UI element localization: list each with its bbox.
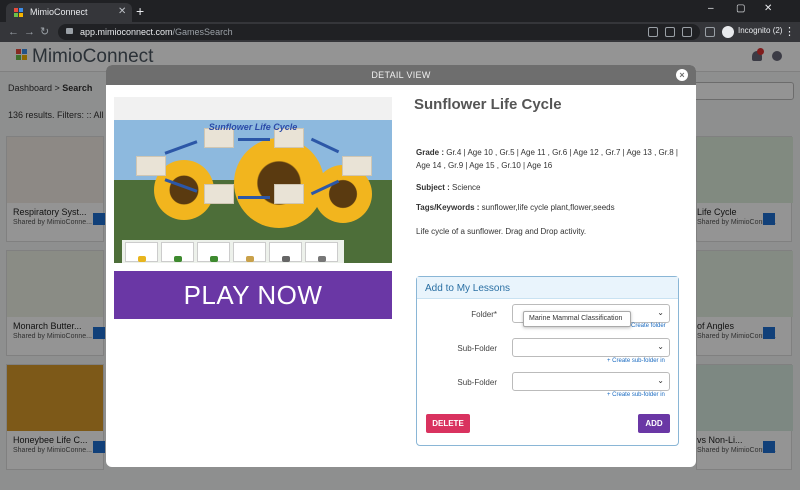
browser-menu-icon[interactable]: ⋮ (784, 25, 795, 38)
chevron-down-icon: ⌄ (657, 308, 664, 317)
lessons-panel-header: Add to My Lessons (417, 277, 678, 299)
browser-tab[interactable]: MimioConnect ✕ (6, 3, 132, 22)
add-to-lessons-panel: Add to My Lessons Folder* ⌄ Create folde… (416, 276, 679, 446)
minimize-icon[interactable]: – (708, 3, 714, 14)
create-subfolder-link[interactable]: + Create sub-folder in (607, 358, 665, 364)
create-subfolder-link-2[interactable]: + Create sub-folder in (607, 392, 665, 398)
address-bar[interactable]: app.mimioconnect.com/GamesSearch (58, 24, 700, 40)
play-now-button[interactable]: PLAY NOW (114, 271, 392, 319)
delete-button[interactable]: DELETE (426, 414, 470, 433)
resource-title: Sunflower Life Cycle (414, 96, 562, 113)
lock-icon (66, 28, 73, 34)
modal-title: DETAIL VIEW (371, 70, 431, 80)
tab-title: MimioConnect (30, 7, 88, 17)
back-arrow-icon[interactable]: ← (8, 25, 19, 39)
detail-modal: DETAIL VIEW × Sunflower Life Cycle PLAY … (106, 65, 696, 467)
chevron-down-icon: ⌄ (657, 342, 664, 351)
browser-tabstrip: MimioConnect ✕ + – ▢ ✕ (0, 0, 800, 22)
tab-close-icon[interactable]: ✕ (118, 6, 126, 17)
sunflower-scene (114, 120, 392, 263)
modal-header: DETAIL VIEW × (106, 65, 696, 85)
subfolder-select-2[interactable]: ⌄ (512, 372, 670, 391)
key-icon[interactable] (648, 27, 658, 37)
modal-close-icon[interactable]: × (676, 69, 688, 81)
create-folder-link[interactable]: Create folder (631, 323, 666, 329)
carousel-indicator[interactable] (244, 247, 260, 249)
incognito-label: Incognito (2) (738, 26, 783, 35)
forward-arrow-icon[interactable]: → (24, 25, 35, 39)
page: MimioConnect Dashboard > Search 136 resu… (0, 42, 800, 490)
sidepanel-icon[interactable] (705, 27, 715, 37)
subfolder-label-2: Sub-Folder (457, 378, 497, 387)
new-tab-button[interactable]: + (136, 3, 144, 19)
browser-toolbar: ← → ↻ app.mimioconnect.com/GamesSearch I… (0, 22, 800, 42)
bookmark-star-icon[interactable] (682, 27, 692, 37)
subject-info: Subject : Science (416, 183, 481, 192)
reload-icon[interactable]: ↻ (40, 25, 49, 39)
window-close-icon[interactable]: ✕ (764, 3, 772, 14)
eye-off-icon[interactable] (665, 27, 675, 37)
tags-info: Tags/Keywords : sunflower,life cycle pla… (416, 203, 615, 212)
game-preview-image: Sunflower Life Cycle (114, 97, 392, 263)
folder-tooltip: Marine Mammal Classification (523, 311, 631, 327)
subfolder-select[interactable]: ⌄ (512, 338, 670, 357)
mimio-favicon-icon (14, 8, 24, 18)
lessons-panel-title: Add to My Lessons (425, 283, 511, 294)
subfolder-label: Sub-Folder (457, 344, 497, 353)
chevron-down-icon: ⌄ (657, 376, 664, 385)
maximize-icon[interactable]: ▢ (736, 3, 745, 14)
incognito-icon[interactable] (722, 26, 734, 38)
drag-item-tray (122, 240, 344, 263)
grade-info: Grade : Gr.4 | Age 10 , Gr.5 | Age 11 , … (416, 148, 678, 170)
resource-description: Life cycle of a sunflower. Drag and Drop… (416, 227, 587, 236)
url-text: app.mimioconnect.com/GamesSearch (80, 27, 233, 37)
add-button[interactable]: ADD (638, 414, 670, 433)
folder-label: Folder* (471, 310, 497, 319)
preview-title: Sunflower Life Cycle (208, 122, 298, 132)
